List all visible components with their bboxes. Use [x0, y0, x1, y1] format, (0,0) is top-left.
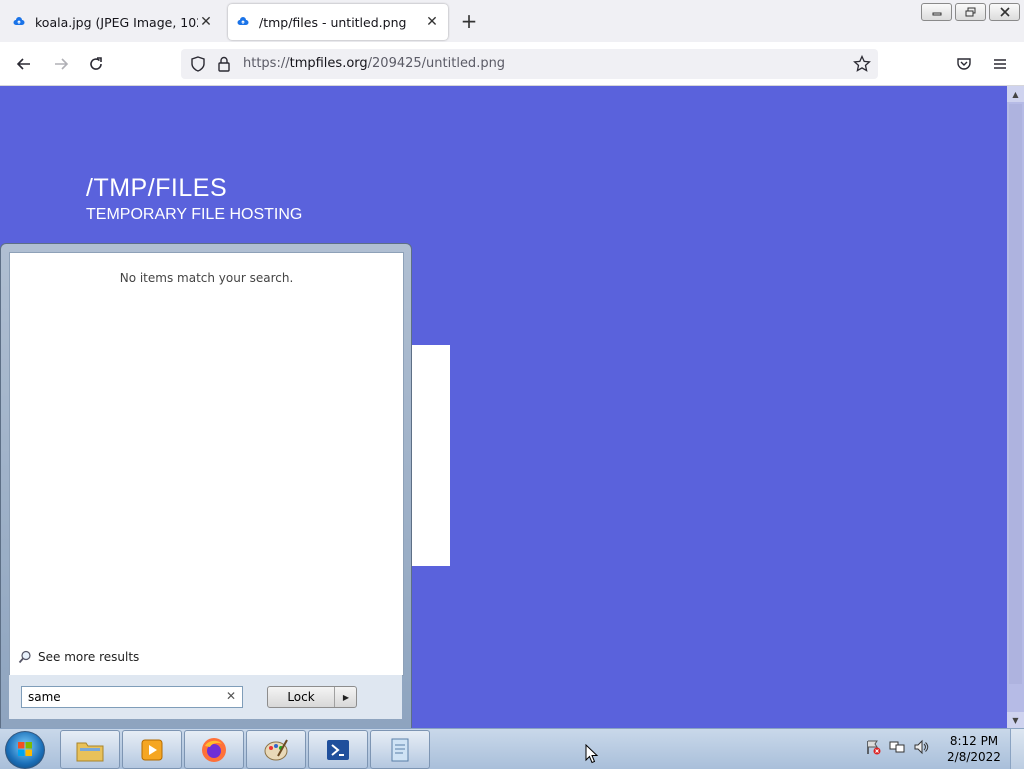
system-tray	[864, 738, 930, 756]
start-menu-footer: same ✕ Lock ▶	[9, 675, 402, 719]
magnifier-icon	[18, 650, 31, 664]
show-desktop-button[interactable]	[1010, 729, 1024, 769]
clock-date: 2/8/2022	[947, 750, 1001, 764]
taskbar: 8:12 PM 2/8/2022	[0, 728, 1024, 769]
mouse-cursor-icon	[585, 744, 599, 764]
close-tab-icon[interactable]: ✕	[198, 14, 214, 30]
taskbar-explorer[interactable]	[60, 730, 120, 769]
page-scrollbar[interactable]: ▲ ▼	[1007, 86, 1024, 728]
taskbar-firefox[interactable]	[184, 730, 244, 769]
minimize-icon	[932, 12, 941, 16]
scrollbar-thumb[interactable]	[1009, 104, 1022, 684]
clock-time: 8:12 PM	[949, 734, 999, 748]
start-menu: No items match your search. See more res…	[0, 243, 412, 730]
shutdown-options-arrow-icon[interactable]: ▶	[334, 687, 357, 707]
tab-title: koala.jpg (JPEG Image, 1024 × 7	[35, 14, 198, 30]
clear-search-icon[interactable]: ✕	[226, 689, 236, 703]
lock-split-button: Lock ▶	[267, 686, 357, 708]
start-search-input[interactable]: same ✕	[21, 686, 243, 708]
forward-arrow-icon	[55, 58, 69, 70]
lock-icon[interactable]	[217, 56, 231, 72]
system-clock[interactable]: 8:12 PM 2/8/2022	[940, 733, 1008, 765]
tab-title: /tmp/files - untitled.png	[259, 14, 407, 30]
url-text[interactable]: https://tmpfiles.org/209425/untitled.png	[243, 56, 505, 71]
back-arrow-icon	[16, 58, 30, 70]
site-subtitle: TEMPORARY FILE HOSTING	[86, 206, 303, 223]
taskbar-notepad[interactable]	[370, 730, 430, 769]
search-query: same	[28, 690, 61, 704]
search-results-panel: No items match your search. See more res…	[9, 252, 404, 676]
action-center-flag-icon[interactable]	[864, 738, 882, 756]
window-controls	[921, 3, 1020, 21]
tab-koala[interactable]: koala.jpg (JPEG Image, 1024 × 7 ✕	[4, 4, 222, 40]
no-results-message: No items match your search.	[119, 271, 294, 285]
minimize-button[interactable]	[921, 3, 952, 21]
back-button[interactable]	[14, 54, 34, 74]
menu-button[interactable]	[990, 54, 1010, 74]
taskbar-powershell[interactable]	[308, 730, 368, 769]
restore-button[interactable]	[955, 3, 986, 21]
firefox-icon	[202, 737, 226, 762]
url-path: /209425/untitled.png	[367, 56, 506, 71]
network-icon[interactable]	[888, 738, 906, 756]
close-tab-icon[interactable]: ✕	[424, 14, 440, 30]
reload-button[interactable]	[86, 54, 106, 74]
hamburger-menu-icon	[994, 59, 1006, 69]
shield-icon[interactable]	[190, 56, 206, 72]
browser-nav-bar: https://tmpfiles.org/209425/untitled.png	[0, 42, 1024, 86]
powershell-icon	[327, 739, 349, 760]
star-bookmark-icon[interactable]	[853, 55, 871, 73]
close-window-button[interactable]	[989, 3, 1020, 21]
paint-palette-icon	[264, 739, 288, 760]
cloud-upload-icon	[13, 17, 25, 25]
taskbar-media-player[interactable]	[122, 730, 182, 769]
media-player-icon	[141, 739, 163, 760]
pocket-button[interactable]	[954, 54, 974, 74]
site-title: /TMP/FILES	[86, 174, 228, 202]
tab-tmpfiles[interactable]: /tmp/files - untitled.png ✕	[228, 4, 448, 40]
close-icon	[999, 7, 1010, 17]
browser-tab-bar: koala.jpg (JPEG Image, 1024 × 7 ✕ /tmp/f…	[0, 0, 1024, 42]
url-host: tmpfiles.org	[289, 56, 368, 71]
new-tab-button[interactable]: +	[458, 11, 480, 33]
cloud-upload-icon	[237, 17, 249, 25]
upload-panel-edge	[410, 345, 450, 566]
url-bar[interactable]: https://tmpfiles.org/209425/untitled.png	[181, 49, 878, 79]
taskbar-paint[interactable]	[246, 730, 306, 769]
folder-icon	[76, 742, 104, 761]
pocket-icon	[957, 58, 971, 70]
start-button[interactable]	[5, 731, 45, 769]
scroll-down-arrow[interactable]: ▼	[1007, 712, 1024, 728]
see-more-results-label: See more results	[38, 650, 140, 664]
restore-icon	[965, 7, 975, 17]
lock-button[interactable]: Lock	[268, 690, 334, 704]
volume-icon[interactable]	[912, 738, 930, 756]
url-scheme: https://	[243, 56, 290, 71]
forward-button[interactable]	[51, 54, 71, 74]
windows-logo-icon	[18, 742, 32, 756]
document-icon	[391, 738, 409, 761]
reload-icon	[90, 57, 102, 70]
see-more-results-link[interactable]: See more results	[18, 650, 139, 664]
scroll-up-arrow[interactable]: ▲	[1007, 86, 1024, 102]
